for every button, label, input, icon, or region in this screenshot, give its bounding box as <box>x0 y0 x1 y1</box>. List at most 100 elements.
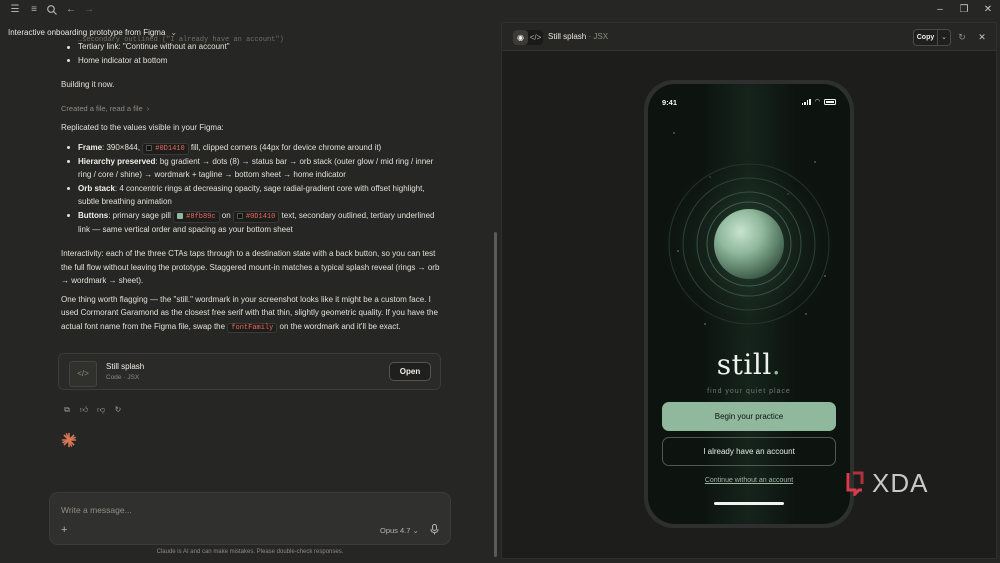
message-text: One thing worth flagging — the "still." … <box>61 293 441 336</box>
open-button[interactable]: Open <box>389 362 431 381</box>
intro-list: Tertiary link: "Continue without an acco… <box>61 40 441 67</box>
phone-frame: 9:41 ◠ still. find your quiet place Begi… <box>644 80 854 528</box>
inline-code: #0D1410 <box>142 142 189 155</box>
inline-code-text: #0D1410 <box>155 144 185 153</box>
back-arrow-icon[interactable]: ← <box>65 4 77 16</box>
list-item: Frame: 390×844, #0D1410 fill, clipped co… <box>61 141 441 155</box>
close-window-icon[interactable]: ✕ <box>981 3 995 17</box>
xda-watermark: XDA <box>846 470 928 496</box>
list-item-text: on <box>219 210 233 220</box>
list-item: Tertiary link: "Continue without an acco… <box>61 40 441 54</box>
assistant-message: Tertiary link: "Continue without an acco… <box>61 40 441 335</box>
xda-logo-icon <box>846 471 864 496</box>
orb-core <box>714 209 784 279</box>
inline-code-text: #0D1410 <box>245 212 276 221</box>
disclaimer: Claude is AI and can make mistakes. Plea… <box>156 549 344 555</box>
tool-use-label: Created a file, read a file <box>61 103 143 113</box>
code-icon: </> <box>69 361 97 387</box>
microphone-icon[interactable] <box>430 524 439 537</box>
restore-icon[interactable]: ❐ <box>957 3 971 17</box>
artifact-name: Still splash <box>106 362 145 371</box>
message-text: Interactivity: each of the three CTAs ta… <box>61 249 440 285</box>
model-selector[interactable]: Opus 4.7 ⌄ <box>380 526 419 535</box>
dot <box>805 313 807 315</box>
list-item-label: Orb stack <box>78 183 115 193</box>
inline-code: fontFamily <box>227 322 278 333</box>
message-actions: ⧉ 👍︎ 👎︎ ↻ <box>61 404 124 416</box>
wifi-icon: ◠ <box>814 99 820 105</box>
thumbs-down-icon[interactable]: 👎︎ <box>95 404 107 416</box>
list-item-text: : primary sage pill <box>108 210 174 220</box>
chevron-right-icon: › <box>146 103 150 113</box>
dot <box>787 193 789 195</box>
add-attachment-icon[interactable]: + <box>61 524 67 536</box>
chevron-down-icon[interactable]: ⌄ <box>938 30 950 45</box>
tool-use-summary[interactable]: Created a file, read a file › <box>61 102 441 116</box>
color-swatch <box>236 212 243 219</box>
preview-code-toggle[interactable]: ◉ </> <box>513 30 543 45</box>
artifact-type: Code · JSX <box>106 374 140 381</box>
color-swatch <box>177 212 184 219</box>
list-item: Hierarchy preserved: bg gradient → dots … <box>61 155 441 182</box>
top-bar: ☰ ≡ ← → – ❐ ✕ <box>0 0 1000 20</box>
refresh-icon[interactable]: ↻ <box>956 31 968 43</box>
chat-scrollbar[interactable] <box>494 232 497 557</box>
list-item: Orb stack: 4 concentric rings at decreas… <box>61 182 441 209</box>
artifact-card[interactable]: </> Still splash Code · JSX Open <box>58 353 441 390</box>
inline-code: #8fb89c <box>173 210 220 223</box>
menu-icon[interactable]: ☰ <box>9 4 21 16</box>
copy-button[interactable]: Copy ⌄ <box>913 29 951 46</box>
inline-code: #0D1410 <box>232 210 280 223</box>
dot <box>673 132 675 134</box>
wordmark-text: still <box>716 348 772 381</box>
continue-without-account-link[interactable]: Continue without an account <box>648 477 850 484</box>
begin-practice-button[interactable]: Begin your practice <box>662 402 836 431</box>
forward-arrow-icon[interactable]: → <box>83 4 95 16</box>
retry-icon[interactable]: ↻ <box>112 404 124 416</box>
sidebar-toggle-icon[interactable]: ≡ <box>28 4 40 16</box>
list-item-label: Frame <box>78 142 103 152</box>
list-item-label: Buttons <box>78 210 109 220</box>
wordmark: still. <box>648 348 850 381</box>
list-item-text: fill, clipped corners (44px for device c… <box>188 142 382 152</box>
search-icon[interactable] <box>46 4 58 16</box>
home-indicator <box>714 502 784 505</box>
close-panel-icon[interactable]: ✕ <box>976 31 988 43</box>
copy-icon[interactable]: ⧉ <box>61 404 73 416</box>
dot <box>814 161 816 163</box>
claude-spark-icon <box>61 432 77 448</box>
artifact-panel-header: ◉ </> Still splash · JSX Copy ⌄ ↻ ✕ <box>502 23 996 51</box>
tagline: find your quiet place <box>707 388 791 395</box>
status-bar-icons: ◠ <box>801 98 836 105</box>
list-item: Home indicator at bottom <box>61 54 441 68</box>
eye-icon[interactable]: ◉ <box>513 30 528 45</box>
list-item-text: : 390×844, <box>102 142 143 152</box>
signal-icon <box>801 98 811 105</box>
dot <box>704 323 706 325</box>
battery-icon <box>824 98 836 105</box>
list-item: Buttons: primary sage pill #8fb89c on #0… <box>61 209 441 237</box>
dot <box>677 250 679 252</box>
message-text: Building it now. <box>61 80 115 89</box>
artifact-type-text: · JSX <box>588 32 609 41</box>
message-text-part: on the wordmark and it'll be exact. <box>277 321 401 331</box>
status-bar-time: 9:41 <box>662 98 678 107</box>
inline-code-text: #8fb89c <box>186 212 216 221</box>
phone-screen: 9:41 ◠ still. find your quiet place Begi… <box>648 84 850 524</box>
list-item-label: Hierarchy preserved <box>78 156 156 166</box>
dot <box>824 275 826 277</box>
xda-logo-text: XDA <box>872 468 929 498</box>
message-composer[interactable]: Write a message... + Opus 4.7 ⌄ <box>49 492 451 545</box>
message-text: Replicated to the values visible in your… <box>61 123 224 132</box>
wordmark-dot: . <box>771 348 782 381</box>
code-icon[interactable]: </> <box>528 30 543 45</box>
existing-account-button[interactable]: I already have an account <box>662 437 836 466</box>
thumbs-up-icon[interactable]: 👍︎ <box>78 404 90 416</box>
dot <box>709 176 711 178</box>
details-list: Frame: 390×844, #0D1410 fill, clipped co… <box>61 141 441 237</box>
message-input[interactable]: Write a message... <box>61 505 132 515</box>
color-swatch <box>146 144 153 151</box>
model-name: Opus 4.7 <box>380 526 411 535</box>
copy-label[interactable]: Copy <box>914 30 938 45</box>
minimize-icon[interactable]: – <box>933 3 947 17</box>
